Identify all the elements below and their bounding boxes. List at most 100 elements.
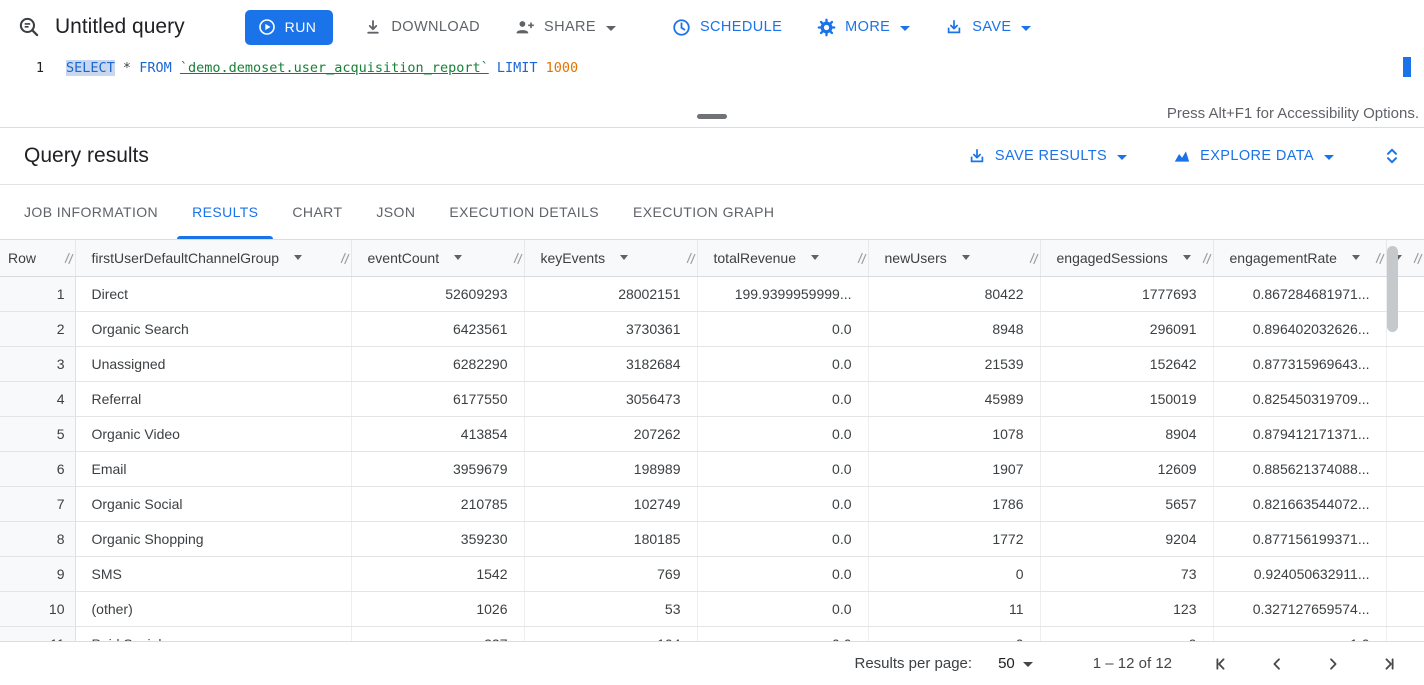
data-cell: 1786 <box>868 486 1040 521</box>
table-row: 9SMS15427690.00730.924050632911... <box>0 556 1424 591</box>
explore-data-label: EXPLORE DATA <box>1200 148 1314 164</box>
save-button[interactable]: SAVE <box>941 9 1035 45</box>
column-sort-arrow-icon[interactable] <box>811 255 819 260</box>
code-token <box>489 60 497 76</box>
column-resize-handle[interactable] <box>1413 251 1423 264</box>
prev-page-button[interactable] <box>1262 649 1292 679</box>
data-cell: 28002151 <box>524 276 697 311</box>
table-row: 7Organic Social2107851027490.0178656570.… <box>0 486 1424 521</box>
next-page-button[interactable] <box>1318 649 1348 679</box>
tab-job-information[interactable]: JOB INFORMATION <box>7 185 175 239</box>
data-cell: 1772 <box>868 521 1040 556</box>
results-grid: Row firstUserDefaultChannelGroup eventCoun… <box>0 240 1424 641</box>
column-sort-arrow-icon[interactable] <box>962 255 970 260</box>
tab-results[interactable]: RESULTS <box>175 185 275 239</box>
data-cell: 12609 <box>1040 451 1213 486</box>
data-cell: 3959679 <box>351 451 524 486</box>
data-cell: 0.821663544072... <box>1213 486 1386 521</box>
column-header-newusers[interactable]: newUsers <box>868 240 1040 276</box>
data-cell <box>1386 416 1424 451</box>
data-cell: 769 <box>524 556 697 591</box>
more-button[interactable]: MORE <box>813 9 914 45</box>
column-label: keyEvents <box>541 250 606 266</box>
run-button[interactable]: RUN <box>245 10 334 45</box>
tab-execution-details[interactable]: EXECUTION DETAILS <box>432 185 616 239</box>
column-header-keyevents[interactable]: keyEvents <box>524 240 697 276</box>
editor-scrollbar[interactable] <box>1403 57 1411 77</box>
column-sort-arrow-icon[interactable] <box>294 255 302 260</box>
collapse-results-button[interactable] <box>1382 146 1402 166</box>
column-sort-arrow-icon[interactable] <box>454 255 462 260</box>
column-sort-arrow-icon[interactable] <box>620 255 628 260</box>
tab-chart[interactable]: CHART <box>275 185 359 239</box>
first-page-button[interactable] <box>1206 649 1236 679</box>
data-cell <box>1386 521 1424 556</box>
data-cell: 0.327127659574... <box>1213 591 1386 626</box>
column-resize-handle[interactable] <box>340 251 350 264</box>
row-number-cell: 4 <box>0 381 75 416</box>
data-cell: 9 <box>1040 626 1213 641</box>
column-resize-handle[interactable] <box>1029 251 1039 264</box>
explore-data-button[interactable]: EXPLORE DATA <box>1167 138 1340 174</box>
tab-json[interactable]: JSON <box>359 185 432 239</box>
person-add-icon <box>515 18 535 36</box>
data-cell: Paid Social <box>75 626 351 641</box>
column-header-firstuserdefaultchannelgroup[interactable]: firstUserDefaultChannelGroup <box>75 240 351 276</box>
column-resize-handle[interactable] <box>686 251 696 264</box>
data-cell: 0.0 <box>697 521 868 556</box>
data-cell: 0.867284681971... <box>1213 276 1386 311</box>
column-resize-handle[interactable] <box>1375 251 1385 264</box>
column-sort-arrow-icon[interactable] <box>1352 255 1360 260</box>
column-label: eventCount <box>368 250 440 266</box>
page-size-select[interactable]: 50 <box>998 655 1033 672</box>
pagination-bar: Results per page: 50 1 – 12 of 12 <box>0 641 1424 685</box>
bigquery-workspace: Untitled query RUN DOWNLOAD SHARE SCHEDU… <box>0 0 1424 685</box>
save-results-label: SAVE RESULTS <box>995 148 1107 164</box>
column-header-engagementrate[interactable]: engagementRate <box>1213 240 1386 276</box>
page-range-label: 1 – 12 of 12 <box>1093 655 1172 672</box>
dropdown-arrow-icon <box>1023 662 1033 667</box>
data-cell: 0.0 <box>697 591 868 626</box>
column-resize-handle[interactable] <box>513 251 523 264</box>
column-header-row: Row <box>0 240 75 276</box>
table-reference-link[interactable]: `demo.demoset.user_acquisition_report` <box>180 60 489 76</box>
data-cell: 1026 <box>351 591 524 626</box>
pane-splitter[interactable] <box>0 110 1424 122</box>
data-cell: 1078 <box>868 416 1040 451</box>
data-cell: 0.0 <box>697 486 868 521</box>
schedule-button[interactable]: SCHEDULE <box>668 9 786 45</box>
column-header-engagedsessions[interactable]: engagedSessions <box>1040 240 1213 276</box>
save-results-button[interactable]: SAVE RESULTS <box>962 138 1133 174</box>
explore-data-icon <box>1173 147 1191 165</box>
column-label: totalRevenue <box>714 250 797 266</box>
table-scrollbar[interactable] <box>1387 246 1398 332</box>
column-resize-handle[interactable] <box>64 251 74 264</box>
download-button[interactable]: DOWNLOAD <box>360 9 484 45</box>
column-label: firstUserDefaultChannelGroup <box>92 250 280 266</box>
clock-icon <box>672 18 691 37</box>
data-cell: 3056473 <box>524 381 697 416</box>
data-cell: 0.877315969643... <box>1213 346 1386 381</box>
tab-execution-graph[interactable]: EXECUTION GRAPH <box>616 185 791 239</box>
data-cell: 11 <box>868 591 1040 626</box>
column-sort-arrow-icon[interactable] <box>1183 255 1191 260</box>
column-resize-handle[interactable] <box>857 251 867 264</box>
last-page-button[interactable] <box>1374 649 1404 679</box>
column-resize-handle[interactable] <box>1202 251 1212 264</box>
data-cell <box>1386 591 1424 626</box>
data-cell <box>1386 381 1424 416</box>
pagination-controls <box>1206 649 1404 679</box>
column-header-totalrevenue[interactable]: totalRevenue <box>697 240 868 276</box>
data-cell: Unassigned <box>75 346 351 381</box>
results-per-page-label: Results per page: <box>855 655 973 672</box>
sql-editor[interactable]: 1 SELECT * FROM `demo.demoset.user_acqui… <box>0 54 1424 101</box>
data-cell: 8948 <box>868 311 1040 346</box>
download-button-label: DOWNLOAD <box>391 19 480 35</box>
column-header-eventcount[interactable]: eventCount <box>351 240 524 276</box>
data-cell: (other) <box>75 591 351 626</box>
share-button[interactable]: SHARE <box>511 9 620 45</box>
data-cell: 150019 <box>1040 381 1213 416</box>
more-button-label: MORE <box>845 19 890 35</box>
data-cell: 180185 <box>524 521 697 556</box>
code-line[interactable]: SELECT * FROM `demo.demoset.user_acquisi… <box>66 58 578 78</box>
